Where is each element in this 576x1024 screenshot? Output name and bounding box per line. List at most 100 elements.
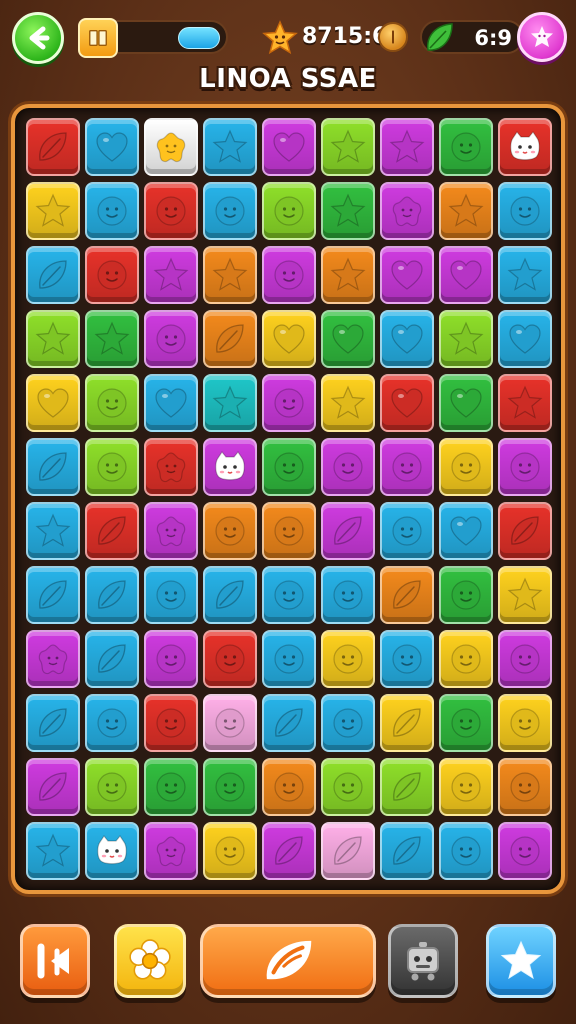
tile[interactable] <box>321 438 375 496</box>
tile[interactable] <box>144 630 198 688</box>
tile[interactable] <box>144 566 198 624</box>
tile[interactable] <box>439 246 493 304</box>
tile[interactable] <box>439 758 493 816</box>
tile[interactable] <box>26 566 80 624</box>
tile[interactable] <box>26 246 80 304</box>
tile[interactable] <box>262 694 316 752</box>
tile[interactable] <box>85 118 139 176</box>
tile[interactable] <box>26 438 80 496</box>
tile[interactable] <box>262 822 316 880</box>
tile[interactable] <box>203 118 257 176</box>
tile[interactable] <box>439 822 493 880</box>
tile[interactable] <box>203 182 257 240</box>
tile[interactable] <box>262 118 316 176</box>
tile[interactable] <box>203 630 257 688</box>
tile[interactable] <box>85 438 139 496</box>
tile[interactable] <box>144 502 198 560</box>
tile[interactable] <box>85 630 139 688</box>
tile[interactable] <box>262 566 316 624</box>
tile[interactable] <box>144 246 198 304</box>
tile[interactable] <box>203 310 257 368</box>
tile[interactable] <box>85 246 139 304</box>
tile[interactable] <box>321 502 375 560</box>
tile[interactable] <box>203 566 257 624</box>
tile[interactable] <box>144 758 198 816</box>
tile[interactable] <box>439 630 493 688</box>
tile[interactable] <box>439 182 493 240</box>
tile[interactable] <box>439 374 493 432</box>
tile[interactable] <box>380 246 434 304</box>
tile[interactable] <box>380 694 434 752</box>
tile[interactable] <box>380 758 434 816</box>
tile[interactable] <box>262 758 316 816</box>
tile[interactable] <box>380 630 434 688</box>
tile[interactable] <box>26 694 80 752</box>
tile[interactable] <box>203 438 257 496</box>
tile[interactable] <box>85 694 139 752</box>
tile[interactable] <box>85 182 139 240</box>
tile[interactable] <box>321 630 375 688</box>
tile[interactable] <box>26 822 80 880</box>
tile[interactable] <box>262 246 316 304</box>
tile[interactable] <box>262 374 316 432</box>
tile[interactable] <box>498 438 552 496</box>
flower-booster-button[interactable] <box>114 924 186 998</box>
tile[interactable] <box>439 310 493 368</box>
tile[interactable] <box>380 118 434 176</box>
tile[interactable] <box>85 822 139 880</box>
tile[interactable] <box>144 438 198 496</box>
tile[interactable] <box>262 310 316 368</box>
tile[interactable] <box>26 182 80 240</box>
tile[interactable] <box>203 502 257 560</box>
tile[interactable] <box>144 310 198 368</box>
tile[interactable] <box>380 502 434 560</box>
back-button[interactable] <box>12 12 64 64</box>
tile[interactable] <box>26 374 80 432</box>
tile[interactable] <box>321 758 375 816</box>
tile[interactable] <box>144 182 198 240</box>
tile[interactable] <box>85 758 139 816</box>
tile[interactable] <box>439 694 493 752</box>
tile[interactable] <box>144 694 198 752</box>
tile[interactable] <box>85 566 139 624</box>
tile[interactable] <box>26 630 80 688</box>
tile[interactable] <box>144 822 198 880</box>
tile[interactable] <box>321 374 375 432</box>
tile[interactable] <box>380 310 434 368</box>
tile[interactable] <box>321 246 375 304</box>
tile[interactable] <box>321 118 375 176</box>
tile[interactable] <box>85 374 139 432</box>
tile[interactable] <box>498 182 552 240</box>
tile[interactable] <box>439 118 493 176</box>
tile[interactable] <box>498 694 552 752</box>
tile[interactable] <box>262 182 316 240</box>
tile[interactable] <box>203 246 257 304</box>
favorite-button[interactable] <box>486 924 556 998</box>
tile[interactable] <box>203 822 257 880</box>
tile[interactable] <box>26 758 80 816</box>
tile[interactable] <box>321 182 375 240</box>
tile[interactable] <box>85 502 139 560</box>
tile[interactable] <box>380 566 434 624</box>
tile[interactable] <box>262 630 316 688</box>
tile[interactable] <box>144 118 198 176</box>
tile[interactable] <box>26 502 80 560</box>
tile[interactable] <box>321 310 375 368</box>
tile[interactable] <box>380 438 434 496</box>
tile[interactable] <box>262 438 316 496</box>
tile[interactable] <box>498 310 552 368</box>
tile[interactable] <box>439 502 493 560</box>
tile[interactable] <box>498 630 552 688</box>
tile[interactable] <box>26 118 80 176</box>
tile[interactable] <box>498 758 552 816</box>
tile[interactable] <box>498 566 552 624</box>
tile[interactable] <box>380 822 434 880</box>
tile[interactable] <box>498 246 552 304</box>
tile[interactable] <box>203 374 257 432</box>
tile[interactable] <box>498 374 552 432</box>
tile[interactable] <box>144 374 198 432</box>
tile[interactable] <box>380 182 434 240</box>
tile[interactable] <box>321 822 375 880</box>
tile[interactable] <box>85 310 139 368</box>
tile[interactable] <box>498 118 552 176</box>
